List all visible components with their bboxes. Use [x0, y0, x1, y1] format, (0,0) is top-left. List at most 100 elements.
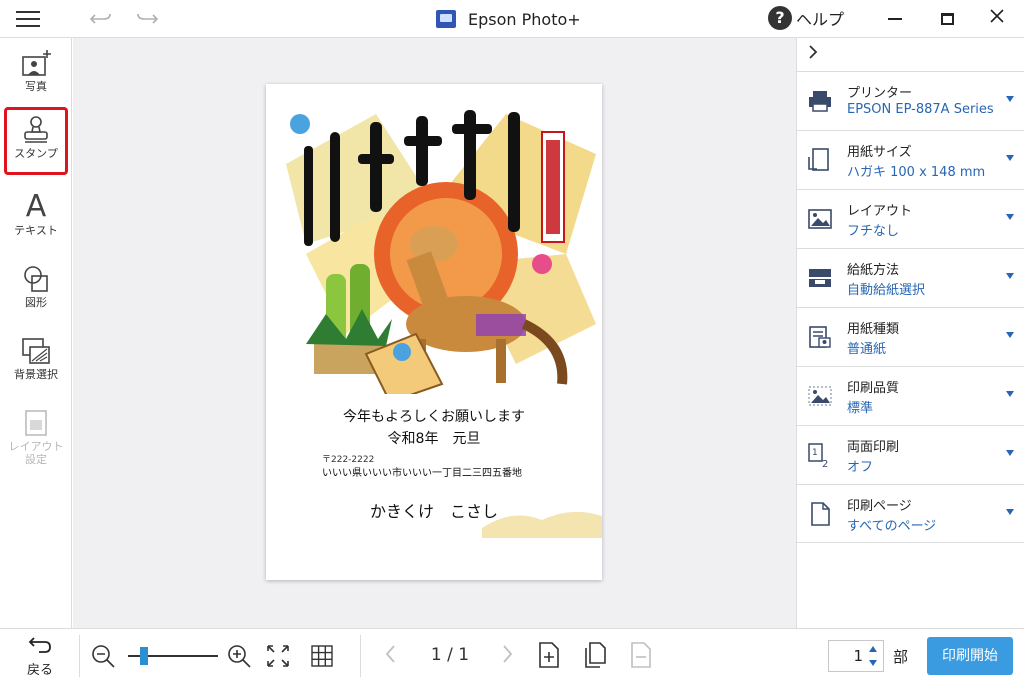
undo-icon[interactable]	[88, 9, 114, 29]
tool-layout-settings-label-2: 設定	[25, 453, 47, 466]
setting-print-quality-label: 印刷品質	[847, 381, 900, 396]
layout-settings-icon	[20, 408, 52, 438]
tool-background[interactable]: 背景選択	[4, 328, 68, 396]
setting-printer[interactable]: プリンター EPSON EP-887A Series	[797, 71, 1024, 129]
tool-stamp[interactable]: スタンプ	[4, 107, 68, 175]
decrement-arrow-icon[interactable]	[869, 660, 877, 666]
divider	[360, 635, 361, 677]
tool-layout-settings[interactable]: レイアウト 設定	[4, 400, 68, 468]
increment-arrow-icon[interactable]	[869, 646, 877, 652]
postcard-address: いいい県いいい市いいい一丁目二三四五番地	[322, 468, 522, 479]
page-icon	[807, 501, 833, 527]
bottom-toolbar: 戻る 1 / 1 1 部 印刷開始	[0, 628, 1024, 683]
grid-icon[interactable]	[309, 643, 335, 673]
setting-paper-type[interactable]: 用紙種類 普通紙	[797, 307, 1024, 365]
zoom-out-icon[interactable]	[90, 643, 116, 669]
zoom-slider-handle[interactable]	[140, 647, 148, 665]
setting-paper-source[interactable]: 給紙方法 自動給紙選択	[797, 248, 1024, 306]
print-settings-panel: プリンター EPSON EP-887A Series 用紙サイズ ハガキ 100…	[796, 38, 1024, 628]
setting-print-quality[interactable]: 印刷品質 標準	[797, 366, 1024, 424]
help-button[interactable]: ? ヘルプ	[768, 6, 844, 30]
close-icon	[990, 9, 1004, 23]
window-title-group: Epson Photo+	[436, 7, 581, 31]
page-indicator: 1 / 1	[430, 645, 470, 665]
duplicate-page-icon[interactable]	[583, 641, 607, 673]
printer-icon	[807, 88, 833, 114]
tool-background-label: 背景選択	[14, 368, 58, 381]
setting-printer-value: EPSON EP-887A Series	[847, 102, 994, 117]
back-button[interactable]: 戻る	[18, 635, 62, 678]
chevron-down-icon	[1006, 450, 1014, 456]
preview-canvas: 今年もよろしくお願いします 令和8年 元旦 〒222-2222 いいい県いいい市…	[73, 38, 796, 628]
tool-text-label: テキスト	[14, 224, 58, 237]
print-quality-icon	[807, 383, 833, 409]
title-bar: Epson Photo+ ? ヘルプ	[0, 0, 1024, 38]
chevron-down-icon	[1006, 214, 1014, 220]
zoom-in-icon[interactable]	[226, 643, 252, 669]
setting-layout-label: レイアウト	[847, 204, 913, 219]
delete-page-icon[interactable]	[629, 641, 653, 673]
setting-paper-type-value: 普通紙	[847, 342, 887, 357]
layout-image-icon	[807, 206, 833, 232]
postcard-message-line-1: 今年もよろしくお願いします	[343, 409, 525, 425]
tool-photo[interactable]: 写真	[4, 40, 68, 108]
text-icon: A	[25, 189, 47, 224]
svg-text:1: 1	[812, 448, 818, 458]
maximize-icon	[940, 13, 954, 25]
setting-paper-size-value: ハガキ 100 x 148 mm	[847, 165, 986, 180]
app-logo-icon	[436, 10, 456, 28]
setting-paper-size-label: 用紙サイズ	[847, 145, 912, 160]
paper-source-icon	[807, 265, 833, 291]
chevron-down-icon	[1006, 391, 1014, 397]
photo-add-icon	[20, 48, 52, 78]
duplex-icon: 12	[807, 442, 833, 470]
copies-stepper[interactable]: 1	[828, 640, 884, 672]
setting-paper-source-label: 給紙方法	[847, 263, 900, 278]
tool-shape-label: 図形	[25, 296, 47, 309]
stamp-icon	[20, 115, 52, 145]
maximize-button[interactable]	[936, 8, 958, 30]
tool-layout-settings-label: レイアウト	[8, 440, 64, 453]
postcard-message-line-2: 令和8年 元旦	[387, 431, 481, 447]
postcard-sender-name: かきくけ こさし	[369, 502, 498, 521]
chevron-down-icon	[1006, 273, 1014, 279]
start-print-button[interactable]: 印刷開始	[927, 637, 1013, 675]
svg-text:2: 2	[822, 459, 828, 468]
chevron-down-icon	[1006, 155, 1014, 161]
divider	[79, 635, 80, 677]
window-title: Epson Photo+	[468, 9, 581, 29]
copies-unit-label: 部	[893, 648, 909, 666]
back-arrow-icon	[18, 635, 62, 659]
left-toolbar: 写真 スタンプ A テキスト 図形 背景選択 レイアウト 設定	[0, 38, 72, 628]
fit-to-screen-icon[interactable]	[265, 643, 291, 673]
previous-page-icon[interactable]	[384, 643, 398, 670]
setting-print-pages-label: 印刷ページ	[847, 499, 912, 514]
chevron-down-icon	[1006, 332, 1014, 338]
copies-input[interactable]: 1	[829, 647, 863, 665]
collapse-panel-chevron-icon[interactable]	[807, 44, 819, 65]
paper-size-icon	[807, 147, 833, 173]
tool-text[interactable]: A テキスト	[4, 184, 68, 252]
setting-paper-size[interactable]: 用紙サイズ ハガキ 100 x 148 mm	[797, 130, 1024, 188]
shape-icon	[20, 264, 52, 294]
help-icon: ?	[768, 6, 792, 30]
postcard-preview[interactable]: 今年もよろしくお願いします 令和8年 元旦 〒222-2222 いいい県いいい市…	[266, 84, 602, 580]
setting-duplex-label: 両面印刷	[847, 440, 900, 455]
help-label: ヘルプ	[796, 10, 845, 29]
setting-paper-type-label: 用紙種類	[847, 322, 900, 337]
setting-duplex-value: オフ	[847, 460, 874, 475]
setting-paper-source-value: 自動給紙選択	[847, 283, 926, 298]
setting-duplex[interactable]: 12 両面印刷 オフ	[797, 425, 1024, 483]
minimize-button[interactable]	[884, 8, 906, 30]
add-page-icon[interactable]	[537, 641, 561, 673]
back-label: 戻る	[26, 663, 53, 678]
setting-printer-label: プリンター	[847, 86, 913, 101]
redo-icon[interactable]	[134, 9, 160, 29]
setting-layout[interactable]: レイアウト フチなし	[797, 189, 1024, 247]
close-button[interactable]	[986, 8, 1008, 30]
minimize-icon	[888, 18, 902, 20]
next-page-icon[interactable]	[500, 643, 514, 670]
setting-print-pages[interactable]: 印刷ページ すべてのページ	[797, 484, 1024, 543]
menu-icon[interactable]	[16, 11, 40, 27]
tool-shape[interactable]: 図形	[4, 256, 68, 324]
